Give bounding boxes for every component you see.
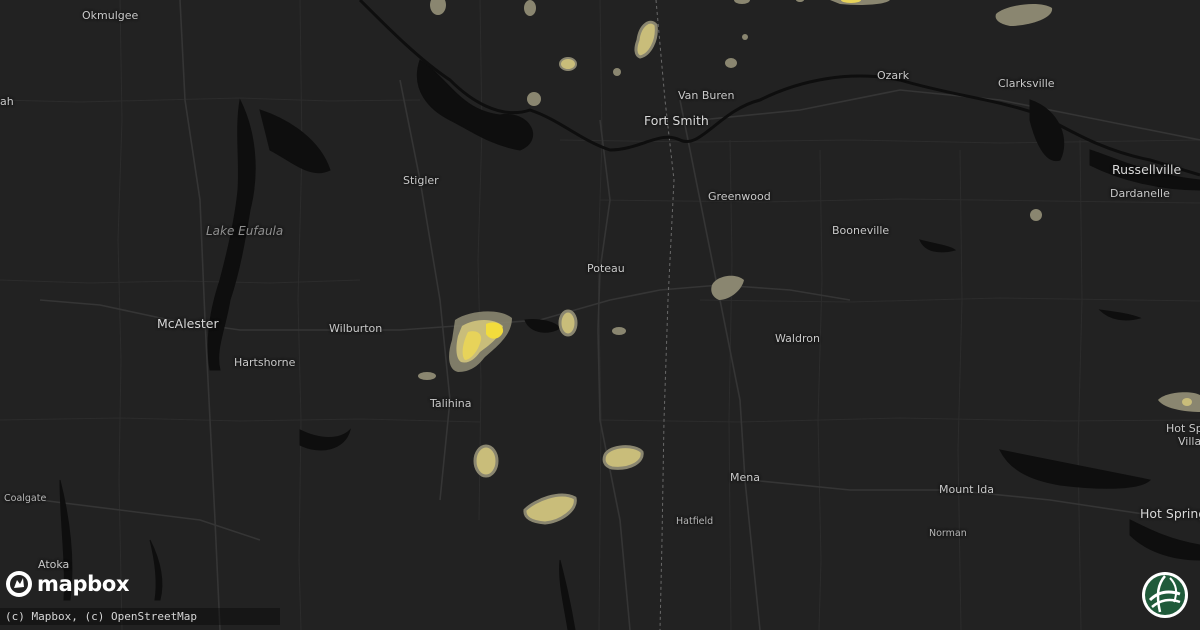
hail-globe-logo-icon: [1142, 572, 1188, 618]
label-coalgate: Coalgate: [4, 493, 47, 504]
label-greenwood: Greenwood: [708, 190, 771, 203]
label-stigler: Stigler: [403, 174, 439, 187]
map-canvas[interactable]: [0, 0, 1200, 630]
state-boundary: [655, 0, 675, 630]
label-dardanelle: Dardanelle: [1110, 187, 1170, 200]
mapbox-logo-text: mapbox: [37, 572, 130, 596]
label-russellville: Russellville: [1112, 162, 1182, 177]
label-hot-spring: Hot Spring: [1140, 506, 1200, 521]
label-booneville: Booneville: [832, 224, 890, 237]
label-hartshorne: Hartshorne: [234, 356, 296, 369]
label-mount-ida: Mount Ida: [939, 483, 994, 496]
county-boundaries: [0, 0, 1200, 630]
label-talihina: Talihina: [430, 397, 472, 410]
hail-swath-south-1: [473, 444, 499, 478]
label-hatfield: Hatfield: [676, 516, 714, 527]
label-norman: Norman: [929, 528, 967, 539]
label-mena: Mena: [730, 471, 760, 484]
hail-swaths: [418, 0, 1200, 525]
label-wilburton: Wilburton: [329, 322, 383, 335]
label-clarksville: Clarksville: [998, 77, 1055, 90]
label-okmulgee: Okmulgee: [82, 9, 139, 22]
mapbox-logo[interactable]: mapbox: [5, 570, 130, 598]
label-fort-smith: Fort Smith: [644, 113, 709, 128]
label-ah: ah: [0, 95, 14, 108]
label-lake-eufaula: Lake Eufaula: [206, 224, 284, 238]
label-waldron: Waldron: [775, 332, 820, 345]
mapbox-logo-icon: [6, 571, 32, 597]
label-mcalester: McAlester: [157, 316, 219, 331]
water-features: [59, 0, 1200, 630]
label-hot-sp: Hot Sp: [1166, 422, 1200, 435]
label-ozark: Ozark: [877, 69, 910, 82]
map-container[interactable]: Okmulgee ah Van Buren Fort Smith Ozark C…: [0, 0, 1200, 630]
hail-swath-poteau-small: [558, 309, 578, 337]
label-poteau: Poteau: [587, 262, 625, 275]
label-van-buren: Van Buren: [678, 89, 735, 102]
map-attribution[interactable]: (c) Mapbox, (c) OpenStreetMap: [0, 608, 280, 625]
label-villa: Villa: [1178, 435, 1200, 448]
